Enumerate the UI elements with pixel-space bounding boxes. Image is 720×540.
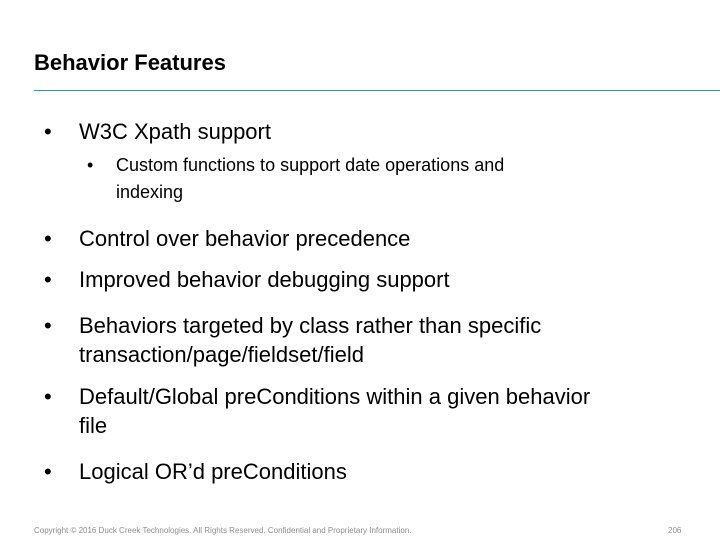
sub-bullet-text: Custom functions to support date operati… <box>116 155 505 202</box>
bullet-text: Default/Global preConditions within a gi… <box>79 384 591 438</box>
bullet-icon: • <box>44 313 52 338</box>
bullet-text: Behaviors targeted by class rather than … <box>79 313 542 367</box>
bullet-icon: • <box>44 384 52 409</box>
slide-title: Behavior Features <box>34 50 226 75</box>
slide: Behavior Features • W3C Xpath support • … <box>0 0 720 540</box>
bullet-icon: • <box>87 155 94 175</box>
bullet-icon: • <box>44 226 52 251</box>
title-divider <box>34 90 720 91</box>
bullet-icon: • <box>44 119 52 144</box>
page-number: 206 <box>668 526 682 535</box>
bullet-text: Improved behavior debugging support <box>79 267 450 292</box>
bullet-text: W3C Xpath support <box>79 119 271 144</box>
bullet-text: Control over behavior precedence <box>79 226 411 251</box>
bullet-text: Logical OR’d preConditions <box>79 459 347 484</box>
bullet-icon: • <box>44 459 52 484</box>
bullet-icon: • <box>44 267 52 292</box>
copyright-footer: Copyright © 2016 Duck Creek Technologies… <box>34 526 412 535</box>
